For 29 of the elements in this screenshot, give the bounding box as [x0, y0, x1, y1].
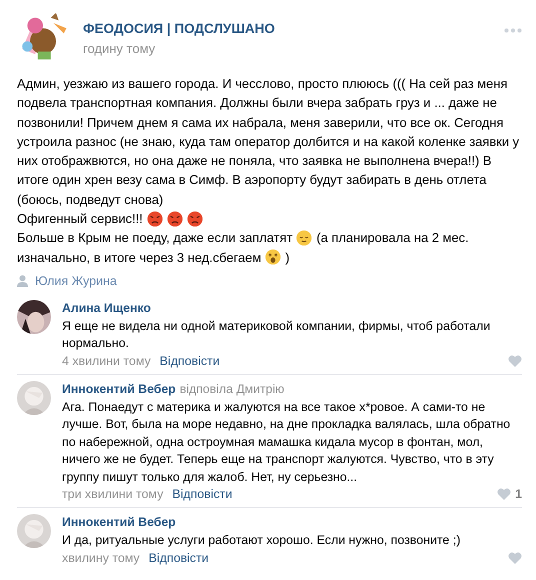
angry-face-icon [186, 210, 203, 227]
author-name[interactable]: Юлия Журина [35, 274, 117, 288]
comment-text: И да, ритуальные услуги работают хорошо. Если нужно, позвоните ;) [62, 532, 462, 550]
reply-link[interactable]: Відповісти [160, 354, 220, 368]
angry-face-icon [146, 210, 163, 227]
heart-icon[interactable] [497, 488, 512, 500]
person-icon [17, 274, 28, 287]
commenter-name[interactable]: Иннокентий Вебер [62, 380, 176, 398]
heart-icon[interactable] [508, 354, 522, 367]
angry-face-icon [166, 210, 183, 227]
post-text: Больше в Крым не поеду, даже если заплатят [17, 229, 292, 248]
post-text: изначально, в итоге через 3 нед.сбегаем [17, 248, 262, 267]
reply-link[interactable]: Відповісти [172, 487, 232, 502]
reply-link[interactable]: Відповісти [148, 550, 209, 565]
post-text: Офигенный сервис!!! [17, 210, 143, 228]
astonished-face-icon [265, 249, 282, 266]
more-icon[interactable] [504, 28, 522, 33]
post-text: Админ, уезжаю из вашего города. И чесслово, просто плююсь ((( На сей раз меня подвела транспортная компания. Должны были вчера забрать груз и ... даже не позвонили! Причем днем я сама их набрала, меня заверили, что все ок. Сегодня устроила разнос (не знаю, куда там оператор долбится и на какой коленке заявки у них отображвются, но она даже не поняла, что заявка не выполнена вчера!!) В итоге один хрен везу сама в Симф. В аэропорту будут забирать в день отлета (боюсь, подведут снова) [17, 75, 520, 209]
relieved-face-icon [296, 230, 312, 246]
comment-text: Ага. Понаедут с материка и жалуются на все такое х*ровое. А сами-то не лучше. Вот, была на море недавно, на дне прокладка валялась, шла обратно по набережной, одна остроумная мамашка кидала мусор в фонтан, мол, ничего же не будет. Теперь еще на транспорт жалуются. Чувство, что в эту группу пишут только для жалоб. Нет, ну серьезно... [62, 398, 512, 486]
like-count: 1 [515, 487, 522, 502]
commenter-name[interactable]: Алина Ищенко [62, 300, 151, 317]
post-text: ) [285, 248, 290, 267]
group-name[interactable]: ФЕОДОСИЯ | ПОДСЛУШАНО [83, 21, 275, 36]
commenter-name[interactable]: Иннокентий Вебер [62, 514, 176, 532]
comment-text: Я еще не видела ни одной материковой компании, фирмы, чтоб работали нормально. [62, 318, 492, 352]
heart-icon[interactable] [508, 552, 522, 564]
post-text: (а планировала на 2 мес. [316, 229, 469, 248]
reply-to-text: відповіла Дмитрію [180, 380, 284, 398]
